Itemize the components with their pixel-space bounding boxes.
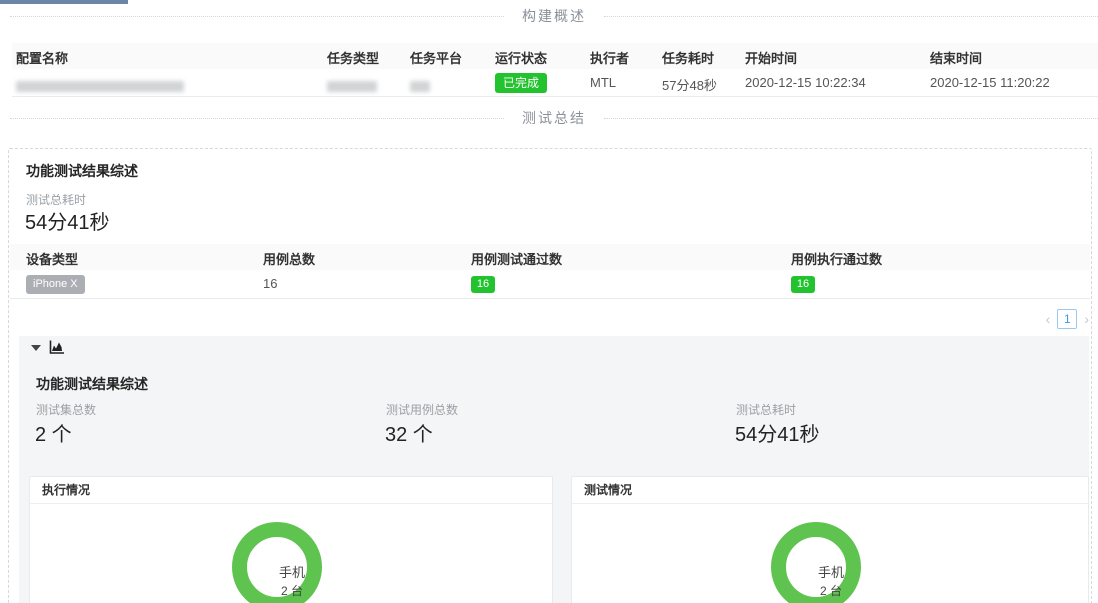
divider-line [10, 117, 504, 119]
redacted-task-type [327, 78, 377, 93]
donut-center-label: 手机 [278, 565, 305, 580]
donut-center-count: 2 台 [819, 584, 842, 598]
stat-label-total-time: 测试总耗时 [736, 403, 797, 417]
col-config-name: 配置名称 [16, 51, 69, 66]
donut-center-count: 2 台 [280, 584, 303, 598]
divider-title: 构建概述 [522, 8, 586, 24]
stat-label-test-sets: 测试集总数 [36, 403, 97, 417]
chart-card-execution: 执行情况 手机 2 台 [29, 476, 553, 603]
col-case-test-passed: 用例测试通过数 [471, 252, 563, 267]
stat-value-test-cases: 32 个 [385, 424, 433, 446]
divider-test-summary: 测试总结 [10, 109, 1098, 127]
run-status-badge: 已完成 [495, 73, 548, 93]
col-case-exec-passed: 用例执行通过数 [791, 252, 883, 267]
duration-value: 57分48秒 [662, 78, 717, 93]
divider-build-overview: 构建概述 [10, 7, 1098, 25]
col-end-time: 结束时间 [930, 51, 983, 66]
divider-title: 测试总结 [522, 110, 586, 126]
col-device-type: 设备类型 [26, 252, 79, 267]
col-start-time: 开始时间 [745, 51, 798, 66]
case-test-passed-badge: 16 [471, 275, 495, 293]
divider-line [604, 15, 1098, 17]
stat-value-test-sets: 2 个 [35, 424, 72, 446]
pagination-page-1[interactable]: 1 [1057, 309, 1078, 329]
top-accent-bar [0, 0, 128, 4]
area-chart-icon [49, 340, 65, 359]
case-exec-passed-badge: 16 [791, 275, 815, 293]
summary-card-title: 功能测试结果综述 [26, 163, 138, 179]
pagination-next-icon[interactable]: › [1084, 309, 1089, 329]
stat-value-total-time: 54分41秒 [735, 424, 820, 446]
col-duration: 任务耗时 [662, 51, 715, 66]
device-table-header: 设备类型 用例总数 用例测试通过数 用例执行通过数 [10, 244, 1090, 270]
pagination: ‹ 1 › [1046, 309, 1089, 329]
col-task-platform: 任务平台 [410, 51, 463, 66]
redacted-task-platform [410, 78, 430, 93]
end-time-value: 2020-12-15 11:20:22 [930, 75, 1050, 90]
donut-center-label: 手机 [817, 565, 844, 580]
build-table-row: 已完成 MTL 57分48秒 2020-12-15 10:22:34 2020-… [12, 69, 1098, 97]
test-summary-panel: 功能测试结果综述 测试总耗时 54分41秒 设备类型 用例总数 用例测试通过数 … [8, 148, 1092, 603]
device-table-row: iPhone X 16 16 16 [10, 270, 1090, 299]
redacted-config-name [16, 78, 184, 93]
collapse-caret-icon[interactable] [31, 345, 41, 351]
divider-line [604, 117, 1098, 119]
col-task-type: 任务类型 [327, 51, 380, 66]
col-case-total: 用例总数 [263, 252, 316, 267]
build-table-header: 配置名称 任务类型 任务平台 运行状态 执行者 任务耗时 开始时间 结束时间 [12, 43, 1098, 69]
col-run-status: 运行状态 [495, 51, 548, 66]
device-type-badge: iPhone X [26, 275, 85, 294]
detail-section: 功能测试结果综述 测试集总数 2 个 测试用例总数 32 个 测试总耗时 54分… [19, 336, 1089, 603]
chart-card-execution-title: 执行情况 [30, 477, 552, 504]
case-total-value: 16 [263, 276, 278, 291]
chart-card-testing: 测试情况 手机 2 台 [571, 476, 1089, 603]
col-executor: 执行者 [590, 51, 630, 66]
divider-line [10, 15, 504, 17]
pagination-prev-icon[interactable]: ‹ [1046, 309, 1051, 329]
chart-card-testing-title: 测试情况 [572, 477, 1088, 504]
start-time-value: 2020-12-15 10:22:34 [745, 75, 866, 90]
detail-section-title: 功能测试结果综述 [36, 376, 148, 392]
total-time-value: 54分41秒 [25, 212, 110, 234]
stat-label-test-cases: 测试用例总数 [386, 403, 459, 417]
executor-value: MTL [590, 75, 616, 90]
